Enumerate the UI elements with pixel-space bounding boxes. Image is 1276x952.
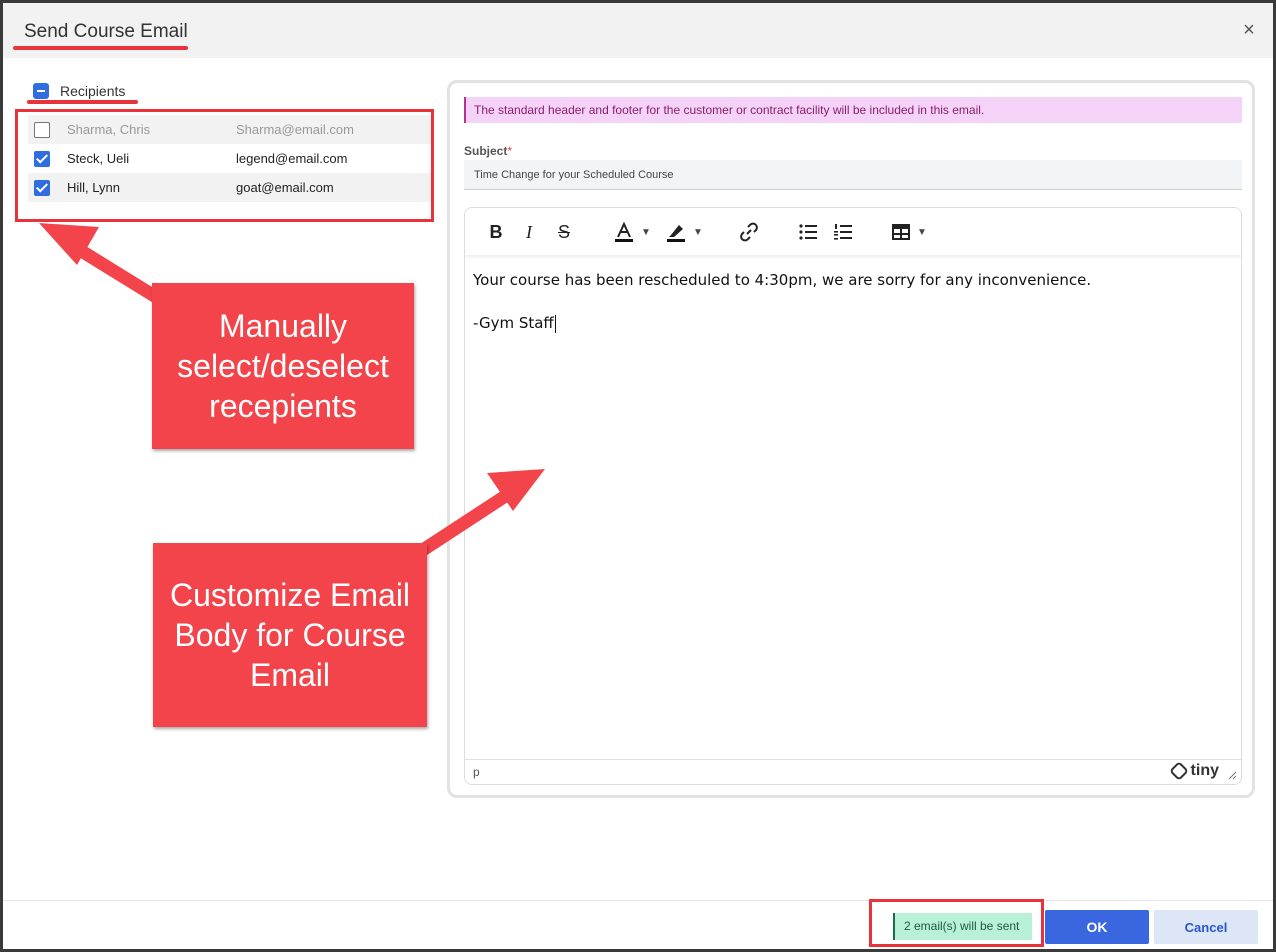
italic-button[interactable]: I — [518, 219, 540, 245]
header-footer-notice: The standard header and footer for the c… — [464, 97, 1242, 123]
count-annotation-box — [869, 899, 1044, 947]
tiny-brand-label: tiny — [1190, 762, 1219, 779]
ok-button[interactable]: OK — [1045, 910, 1149, 944]
select-all-checkbox[interactable] — [33, 83, 49, 99]
highlight-button[interactable]: ▼ — [663, 219, 705, 245]
element-path[interactable]: p — [473, 765, 480, 779]
font-color-icon — [615, 221, 634, 242]
highlighter-icon — [667, 225, 686, 242]
body-line-signature[interactable]: -Gym Staff — [473, 313, 1091, 333]
chevron-down-icon: ▼ — [693, 226, 703, 238]
required-mark: * — [507, 144, 513, 158]
tiny-brand[interactable]: tiny — [1168, 761, 1219, 781]
subject-input[interactable] — [464, 160, 1242, 190]
body-line[interactable]: -Gym Staff — [473, 314, 554, 332]
editor-toolbar: B I S ▼ ▼ ▼ — [465, 208, 1241, 255]
recipients-label: Recipients — [60, 83, 126, 99]
editor-body[interactable]: Your course has been rescheduled to 4:30… — [473, 270, 1091, 356]
bold-button[interactable]: B — [485, 219, 507, 245]
body-line[interactable]: Your course has been rescheduled to 4:30… — [473, 270, 1091, 290]
chevron-down-icon: ▼ — [917, 226, 927, 238]
close-icon[interactable]: × — [1239, 20, 1259, 40]
font-color-button[interactable]: ▼ — [612, 219, 652, 245]
dialog-frame: Send Course Email × Recipients Sharma, C… — [0, 0, 1276, 952]
recipients-annotation-box — [15, 109, 434, 222]
numbered-list-icon — [834, 224, 852, 240]
link-icon — [740, 222, 758, 242]
footer-divider — [3, 900, 1273, 901]
email-panel: The standard header and footer for the c… — [447, 80, 1255, 798]
numbered-list-button[interactable] — [831, 219, 855, 245]
subject-label: Subject* — [464, 144, 512, 158]
strikethrough-button[interactable]: S — [553, 219, 575, 245]
title-annotation-underline — [13, 46, 188, 50]
rich-text-editor: B I S ▼ ▼ ▼ Your course has been resched… — [464, 207, 1242, 785]
chevron-down-icon: ▼ — [641, 226, 651, 238]
table-button[interactable]: ▼ — [890, 219, 928, 245]
table-icon — [892, 224, 911, 240]
cancel-button[interactable]: Cancel — [1154, 910, 1258, 944]
subject-label-text: Subject — [464, 144, 508, 158]
dialog-title: Send Course Email — [24, 21, 188, 42]
callout-email-body: Customize Email Body for Course Email — [153, 543, 427, 727]
text-caret — [554, 314, 556, 333]
arrow-to-recipients — [39, 223, 173, 311]
dialog-header: Send Course Email × — [3, 3, 1273, 58]
bullet-list-icon — [799, 224, 817, 240]
bullet-list-button[interactable] — [796, 219, 820, 245]
link-button[interactable] — [737, 219, 761, 245]
recipients-header: Recipients — [33, 81, 125, 101]
editor-statusbar: p tiny — [465, 759, 1241, 784]
resize-handle-icon[interactable] — [1227, 770, 1237, 780]
tiny-logo-icon — [1168, 761, 1189, 781]
recipients-annotation-underline — [27, 100, 138, 104]
callout-recipients: Manually select/deselect recepients — [152, 283, 414, 449]
